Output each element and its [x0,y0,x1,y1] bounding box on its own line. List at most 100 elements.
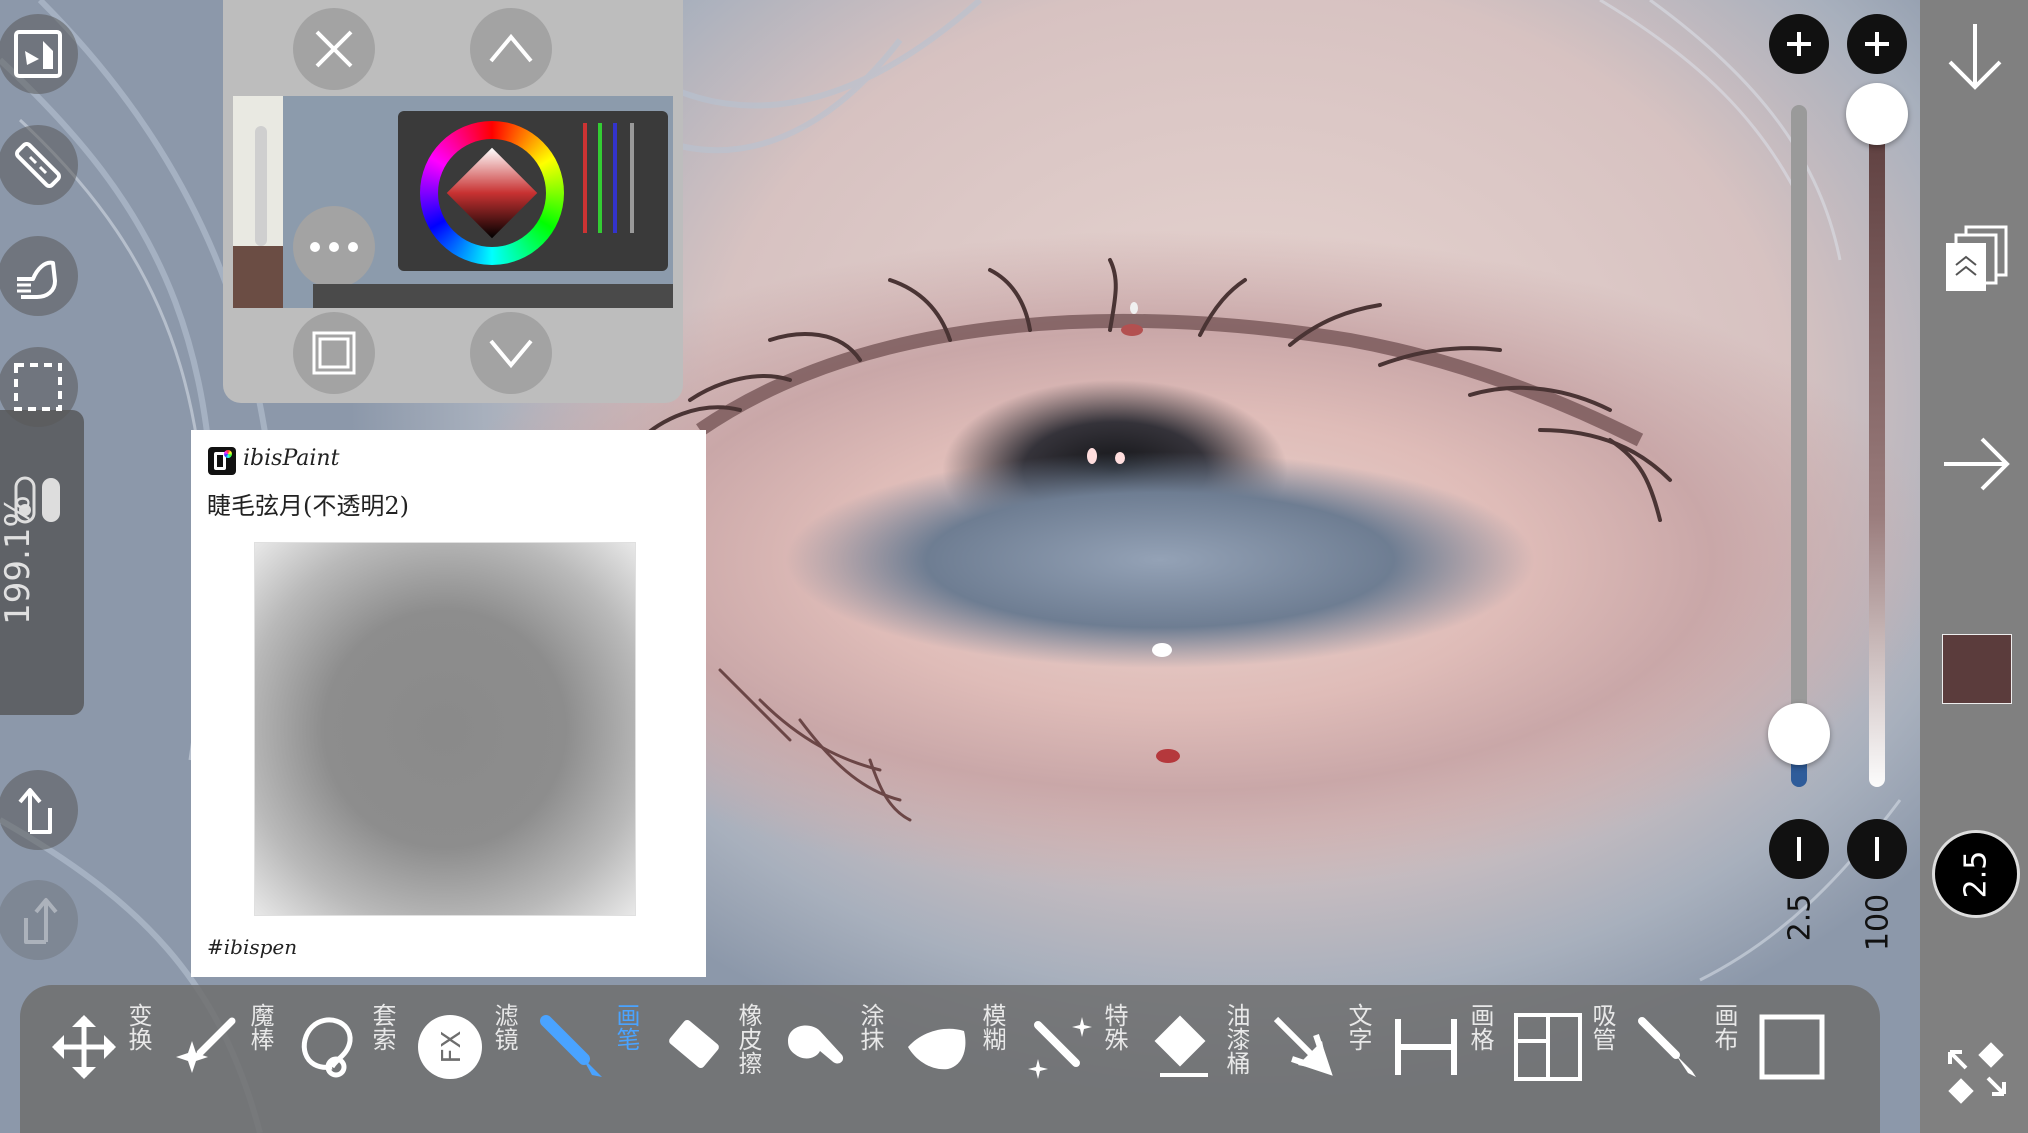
ruler-icon [15,142,61,188]
move-icon [52,1015,116,1079]
tool-label: 魔棒 [246,1003,274,1051]
fx-icon: FX [418,1015,482,1079]
preview-side-panel [233,96,283,308]
size-decrease-button[interactable] [1769,819,1829,879]
tool-label: 变换 [124,1003,152,1051]
tool-label: 画格 [1466,1003,1494,1051]
hand-icon [17,260,57,299]
expand-arrows-icon [1948,1042,2006,1104]
navigator-preview[interactable] [233,96,673,308]
special-icon [1028,1017,1092,1079]
size-value: 2.5 [1782,893,1818,942]
redo-button[interactable] [0,880,78,960]
size-increase-button[interactable] [1769,14,1829,74]
tool-label: 文字 [1344,1003,1372,1051]
tool-extra[interactable] [1750,985,1870,1133]
brush-size-slider[interactable] [1791,105,1807,787]
tool-label: 吸管 [1588,1003,1616,1051]
brush-hashtag: #ibispen [207,935,298,959]
brush-size-badge-value: 2.5 [1958,850,1994,898]
opacity-value: 100 [1860,893,1896,952]
undo-button[interactable] [0,770,78,850]
selection-button[interactable] [0,347,78,427]
tool-transform[interactable]: 变换 [42,985,162,1133]
card-app-name: ibisPaint [243,446,340,471]
tool-label: 橡皮擦 [734,1003,762,1075]
tool-lasso[interactable]: 套索 [286,985,406,1133]
tool-smudge[interactable]: 涂抹 [774,985,894,1133]
more-icon [310,242,358,252]
tool-brush[interactable]: 画笔 [530,985,650,1133]
tool-canvas[interactable]: 画布 [1628,985,1748,1133]
tool-fill[interactable]: 油漆桶 [1140,985,1260,1133]
layers-icon [1946,225,2008,291]
ibispaint-logo-icon [208,447,236,475]
opacity-slider-thumb[interactable] [1846,83,1908,145]
plus-icon [1865,32,1889,56]
brush-stroke-preview [254,542,636,916]
close-icon [315,30,353,68]
zoom-level: 199.1% [0,495,38,625]
opacity-increase-button[interactable] [1847,14,1907,74]
minus-icon [1797,837,1801,861]
tool-label: 特殊 [1100,1003,1128,1051]
tool-label: 油漆桶 [1222,1003,1250,1075]
chevron-down-icon [489,339,533,368]
scroll-down-button[interactable] [1946,22,2004,90]
close-navigator-button[interactable] [293,8,375,90]
undo-icon [18,788,52,834]
tool-eraser[interactable]: 橡皮擦 [652,985,772,1133]
text-icon [1273,1016,1333,1076]
size-slider-thumb[interactable] [1768,703,1830,765]
tool-eyedropper[interactable]: 吸管 [1506,985,1626,1133]
scroll-right-button[interactable] [1942,435,2010,493]
preview-color-window [398,111,668,271]
magic-wand-icon [176,1017,236,1073]
tool-label: 涂抹 [856,1003,884,1051]
brush-info-card: ibisPaint 睫毛弦月(不透明2) #ibispen [191,430,706,977]
plus-icon [1787,32,1811,56]
gallery-button[interactable] [0,14,78,94]
navigator-frame-button[interactable] [293,312,375,394]
chevron-up-icon [489,34,533,63]
ruler-button[interactable] [0,125,78,205]
arrow-right-icon [1944,437,2010,491]
minus-icon [1875,837,1879,861]
tool-label: 画布 [1710,1003,1738,1051]
tool-filter[interactable]: FX 滤镜 [408,985,528,1133]
hand-tool-button[interactable] [0,236,78,316]
canvas-icon [1638,1017,1696,1077]
eraser-icon [669,1020,719,1068]
current-color-swatch[interactable] [1942,634,2012,704]
tool-label: 模糊 [978,1003,1006,1051]
tool-magic-wand[interactable]: 魔棒 [164,985,284,1133]
svg-text:FX: FX [437,1031,467,1064]
navigator-window [223,0,683,403]
tool-frame-divider[interactable]: 画格 [1384,985,1504,1133]
brush-icon [540,1015,602,1077]
frame-divider-icon [1395,1019,1457,1075]
arrow-down-icon [1948,24,2002,90]
navigator-up-button[interactable] [470,8,552,90]
brush-size-badge[interactable]: 2.5 [1932,830,2020,918]
lasso-icon [301,1017,353,1078]
opacity-decrease-button[interactable] [1847,819,1907,879]
tool-blur[interactable]: 模糊 [896,985,1016,1133]
fill-icon [1154,1015,1208,1077]
tool-label: 套索 [368,1003,396,1051]
tool-text[interactable]: 文字 [1262,985,1382,1133]
color-wheel-icon [420,121,564,265]
tool-label: 画笔 [612,1003,640,1051]
layers-button[interactable] [1944,225,2008,293]
frame-icon [312,331,356,375]
redo-icon [24,898,58,944]
tool-special[interactable]: 特殊 [1018,985,1138,1133]
tool-label: 滤镜 [490,1003,518,1051]
square-frame-icon [1759,1014,1825,1080]
navigator-down-button[interactable] [470,312,552,394]
navigator-more-button[interactable] [293,206,375,288]
fullscreen-button[interactable] [1944,1040,2010,1106]
left-toolbar: 199.1% [0,0,84,1133]
brush-opacity-slider[interactable] [1869,105,1885,787]
blur-icon [908,1028,966,1070]
